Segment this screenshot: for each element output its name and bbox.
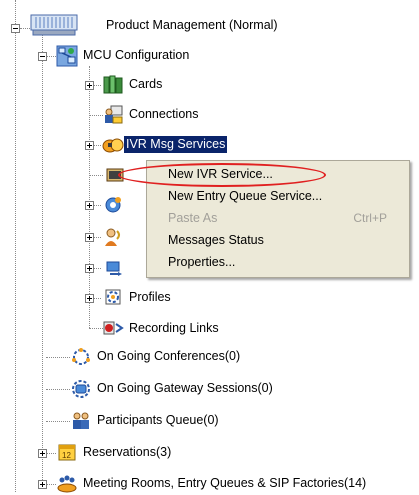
svg-text:12: 12 <box>62 451 71 460</box>
tree-node-mcu-configuration[interactable]: MCU Configuration <box>56 45 191 67</box>
connections-icon <box>102 104 124 124</box>
tree-node-label: Participants Queue(0) <box>97 412 219 427</box>
tree-node-label: Reservations(3) <box>83 444 172 459</box>
expand-item-6-toggle[interactable] <box>85 264 94 273</box>
gateway-icon <box>70 378 92 398</box>
tree-node-profiles[interactable]: Profiles <box>102 287 173 307</box>
expand-reservations-toggle[interactable] <box>38 449 47 458</box>
tree-node-ivr-child[interactable] <box>104 164 126 184</box>
tree-node-label: On Going Gateway Sessions(0) <box>97 380 273 395</box>
tree-node-label: Cards <box>129 76 163 91</box>
film-icon <box>104 164 126 184</box>
tree-node-ivr-msg-services[interactable]: IVR Msg Services <box>102 134 228 154</box>
tree-node-meeting-rooms[interactable]: Meeting Rooms, Entry Queues & SIP Factor… <box>56 473 368 493</box>
network-config-icon <box>56 45 78 67</box>
menu-item-paste-as: Paste As Ctrl+P <box>147 207 409 229</box>
tree-node-label: Recording Links <box>129 320 219 335</box>
tree-node-participants-queue[interactable]: Participants Queue(0) <box>70 410 221 430</box>
conference-icon <box>70 346 92 366</box>
tree-node-ongoing-conferences[interactable]: On Going Conferences(0) <box>70 346 242 366</box>
tree-node-reservations[interactable]: 12 Reservations(3) <box>56 442 173 462</box>
tree-node-label: On Going Conferences(0) <box>97 348 241 363</box>
menu-item-new-ivr-service[interactable]: New IVR Service... <box>147 163 409 185</box>
profiles-icon <box>102 287 124 307</box>
context-menu: New IVR Service... New Entry Queue Servi… <box>146 160 410 278</box>
tree-node-label: MCU Configuration <box>83 47 190 62</box>
operator-icon <box>102 226 124 246</box>
tree-node-recording-links[interactable]: Recording Links <box>102 318 221 338</box>
menu-item-shortcut: Ctrl+P <box>353 211 387 225</box>
menu-item-label: Messages Status <box>168 233 264 247</box>
tree-node-item-5[interactable] <box>102 226 124 246</box>
recording-links-icon <box>102 318 124 338</box>
menu-item-label: New IVR Service... <box>168 167 273 181</box>
tree-node-label: Meeting Rooms, Entry Queues & SIP Factor… <box>83 475 367 490</box>
cards-icon <box>102 74 124 94</box>
device-icon <box>102 257 124 277</box>
ivr-icon <box>102 134 124 154</box>
expand-cards-toggle[interactable] <box>85 81 94 90</box>
settings-gear-icon <box>102 194 124 214</box>
tree-node-ongoing-gateway[interactable]: On Going Gateway Sessions(0) <box>70 378 275 398</box>
expand-ivr-toggle[interactable] <box>85 141 94 150</box>
menu-item-messages-status[interactable]: Messages Status <box>147 229 409 251</box>
participants-icon <box>70 410 92 430</box>
tree-node-label: Product Management (Normal) <box>106 17 278 32</box>
menu-item-label: Paste As <box>168 211 218 225</box>
tree-node-label: Profiles <box>129 289 171 304</box>
collapse-root-toggle[interactable] <box>11 24 20 33</box>
menu-item-properties[interactable]: Properties... <box>147 251 409 273</box>
tree-node-label: Connections <box>129 106 199 121</box>
expand-profiles-toggle[interactable] <box>85 294 94 303</box>
expand-item-5-toggle[interactable] <box>85 233 94 242</box>
tree-node-product-management[interactable]: Product Management (Normal) <box>30 12 280 38</box>
expand-item-4-toggle[interactable] <box>85 201 94 210</box>
computer-icon <box>30 12 80 38</box>
tree-node-label: IVR Msg Services <box>124 135 228 153</box>
tree-node-cards[interactable]: Cards <box>102 74 164 94</box>
collapse-mcu-config-toggle[interactable] <box>38 52 47 61</box>
menu-item-new-entry-queue-service[interactable]: New Entry Queue Service... <box>147 185 409 207</box>
menu-item-label: New Entry Queue Service... <box>168 189 323 203</box>
menu-item-label: Properties... <box>168 255 236 269</box>
meeting-rooms-icon <box>56 473 78 493</box>
tree-node-connections[interactable]: Connections <box>102 104 201 124</box>
tree-node-item-4[interactable] <box>102 194 124 214</box>
calendar-icon: 12 <box>56 442 78 462</box>
expand-meeting-rooms-toggle[interactable] <box>38 480 47 489</box>
tree-node-item-6[interactable] <box>102 257 124 277</box>
